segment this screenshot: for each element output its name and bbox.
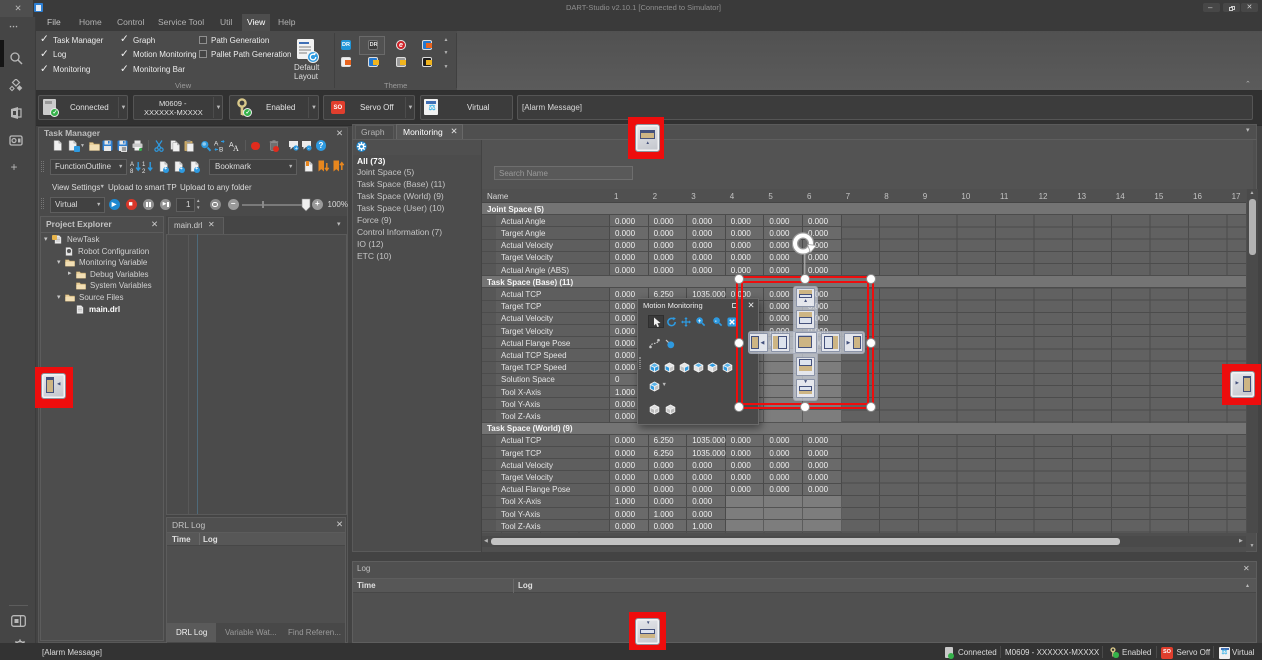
svg-text:B: B [219, 146, 223, 152]
svg-text:A: A [233, 144, 239, 152]
svg-text:+: + [294, 146, 297, 151]
svg-text:8: 8 [130, 169, 134, 174]
svg-text:+: + [697, 319, 701, 325]
svg-text:1: 1 [142, 162, 146, 168]
svg-text:2: 2 [142, 169, 146, 174]
svg-text:-: - [714, 319, 716, 325]
svg-text:A: A [130, 162, 134, 168]
svg-text:-: - [308, 146, 310, 151]
